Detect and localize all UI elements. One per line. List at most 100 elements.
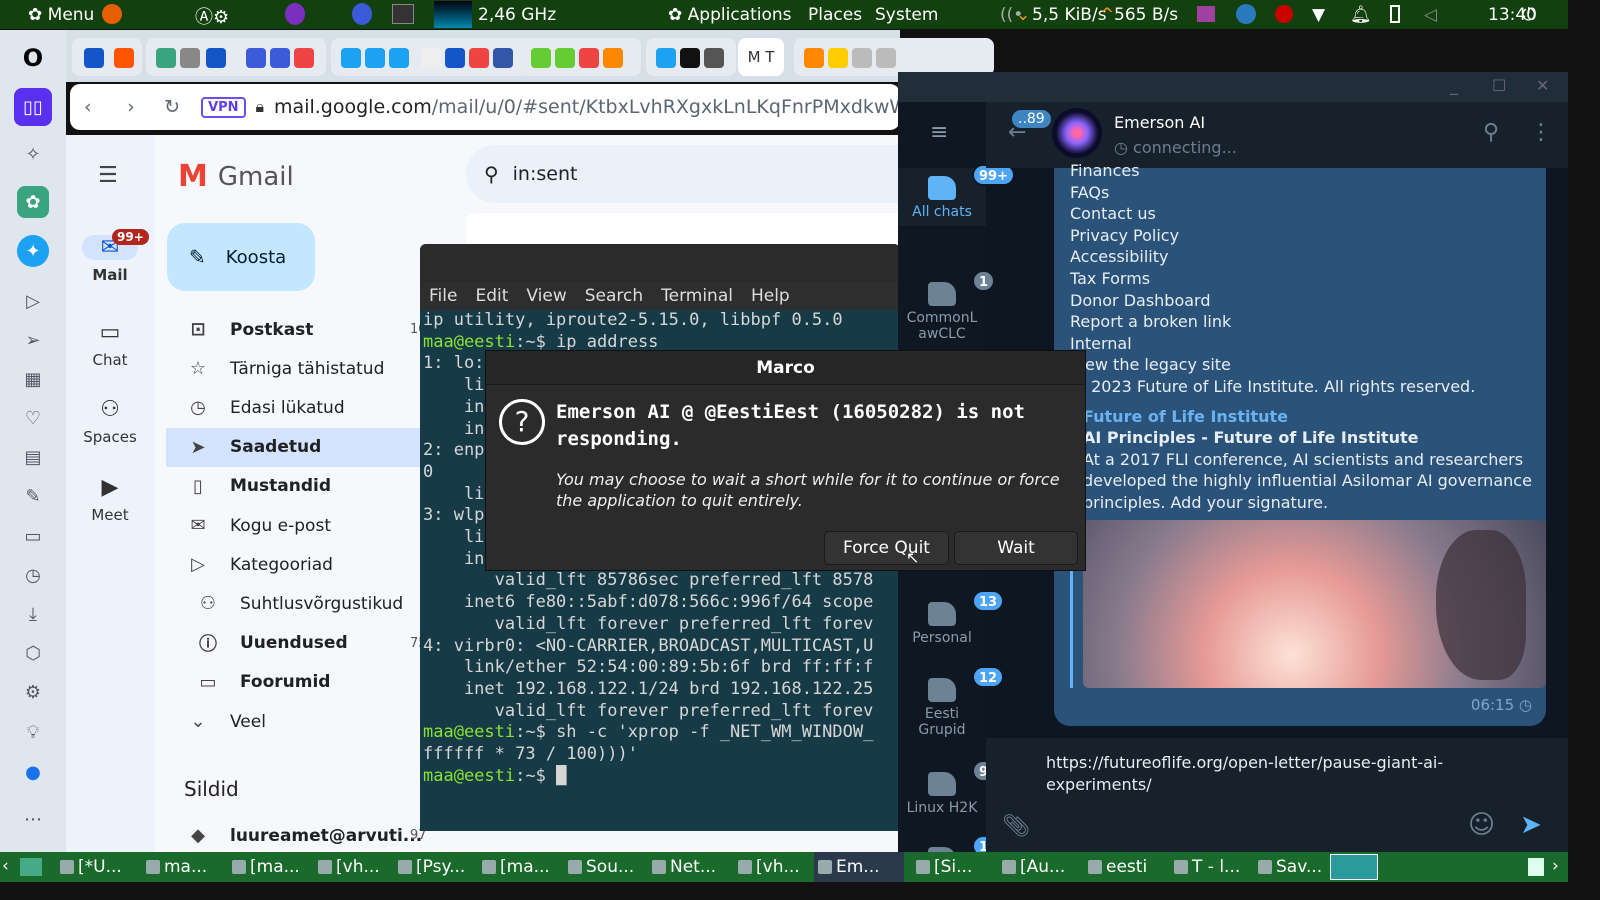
more-menu-icon[interactable]: ⋮ <box>1530 120 1552 145</box>
rail-item-chat[interactable]: ▭ Chat <box>66 320 154 369</box>
terminal-menu-terminal[interactable]: Terminal <box>652 286 742 306</box>
opera-logo-icon[interactable]: O <box>17 42 49 74</box>
menu-button[interactable]: ✿ Menu <box>28 5 94 25</box>
terminal-menu-search[interactable]: Search <box>576 286 652 306</box>
search-app-icon[interactable]: Ⓐ⚙ <box>195 3 229 29</box>
taskbar-item[interactable]: ma... <box>142 852 228 882</box>
taskbar-scroll-right[interactable]: › <box>1552 856 1559 876</box>
taskbar-item[interactable]: Net... <box>648 852 734 882</box>
taskbar-item[interactable]: [ma... <box>478 852 564 882</box>
compose-button[interactable]: ✎ Koosta <box>167 223 315 291</box>
terminal-menu-file[interactable]: File <box>420 286 466 306</box>
settings-icon[interactable]: ⚙ <box>17 676 49 708</box>
close-button[interactable]: ✕ <box>1536 76 1549 95</box>
footer-link[interactable]: View the legacy site <box>1070 354 1546 376</box>
tab-gmail-active[interactable]: M T <box>738 38 784 76</box>
ai-icon[interactable]: ✧ <box>17 138 49 170</box>
footer-link[interactable]: Internal <box>1070 333 1546 355</box>
message-input[interactable]: https://futureoflife.org/open-letter/pau… <box>1046 752 1466 795</box>
taskbar-item[interactable]: [*U... <box>56 852 142 882</box>
terminal-menu-help[interactable]: Help <box>742 286 799 306</box>
heart-icon[interactable]: ♡ <box>17 402 49 434</box>
taskbar-item[interactable]: Em... <box>814 852 904 882</box>
reload-button[interactable]: ↻ <box>164 96 197 118</box>
news-icon[interactable]: ▤ <box>17 441 49 473</box>
footer-link[interactable]: Contact us <box>1070 203 1546 225</box>
attach-icon[interactable]: 📎︎ <box>1002 814 1030 839</box>
pin-icon[interactable]: ✎ <box>17 480 49 512</box>
footer-link[interactable]: Finances <box>1070 160 1546 182</box>
opera-icon[interactable] <box>352 3 372 25</box>
downloads-icon[interactable]: ⤓ <box>17 598 49 630</box>
folder-all-chats[interactable]: 99+ All chats <box>898 164 1015 226</box>
footer-link[interactable]: Accessibility <box>1070 246 1546 268</box>
workspace-switcher[interactable] <box>1330 854 1378 880</box>
search-input[interactable]: in:sent <box>513 163 578 185</box>
force-quit-button[interactable]: Force Quit <box>824 531 949 565</box>
tabs-icon[interactable]: ▭ <box>17 520 49 552</box>
battery-icon[interactable] <box>1390 5 1400 23</box>
link-preview[interactable]: Future of Life Institute AI Principles -… <box>1070 405 1546 688</box>
folder-commonl-awclc[interactable]: 1 CommonL awCLC <box>898 270 996 342</box>
taskbar-item[interactable]: [vh... <box>314 852 394 882</box>
send-icon[interactable]: ➤ <box>1520 810 1542 840</box>
vpn-badge[interactable]: VPN <box>201 96 246 118</box>
footer-link[interactable]: Donor Dashboard <box>1070 290 1546 312</box>
terminal-launcher-icon[interactable] <box>392 4 414 24</box>
taskbar-item[interactable]: [Au... <box>998 852 1084 882</box>
folder-eesti-grupid[interactable]: 12 Eesti Grupid <box>898 666 1005 738</box>
rail-item-spaces[interactable]: ⚇ Spaces <box>66 397 154 446</box>
telegram-titlebar[interactable]: _ ☐ ✕ <box>898 72 1568 102</box>
search-bar[interactable]: ⚲ in:sent <box>466 145 966 203</box>
twitter-icon[interactable]: ✦ <box>17 235 49 267</box>
terminal-titlebar[interactable] <box>420 244 900 282</box>
folder-linux-h2k[interactable]: 9 Linux H2K <box>898 760 996 816</box>
taskbar-item[interactable]: eesti <box>1084 852 1170 882</box>
places-menu[interactable]: Places <box>808 5 862 25</box>
network-icon[interactable]: ▼ <box>1312 5 1325 25</box>
chat-avatar[interactable] <box>1052 108 1102 158</box>
wait-button[interactable]: Wait <box>954 531 1078 565</box>
forward-button[interactable]: › <box>127 96 156 118</box>
taskbar-item[interactable]: Sav... <box>1254 852 1340 882</box>
taskbar-item[interactable]: [Si... <box>912 852 998 882</box>
footer-link[interactable]: Report a broken link <box>1070 311 1546 333</box>
tab-group[interactable] <box>236 38 326 76</box>
apps-icon[interactable]: ▦ <box>17 363 49 395</box>
tray-app-icon[interactable] <box>1236 4 1256 24</box>
terminal-menu-view[interactable]: View <box>517 286 575 306</box>
footer-link[interactable]: © 2023 Future of Life Institute. All rig… <box>1070 376 1546 398</box>
dialog-title[interactable]: Marco <box>486 351 1085 385</box>
notification-icon[interactable]: 🔔︎ <box>1350 5 1372 25</box>
send-icon[interactable]: ➢ <box>17 324 49 356</box>
history-icon[interactable]: ◷ <box>17 559 49 591</box>
rail-item-mail[interactable]: ✉ Mail 99+ <box>66 229 154 284</box>
folder-personal[interactable]: 13 Personal <box>898 590 1005 646</box>
tab-group[interactable] <box>521 38 641 76</box>
tips-icon[interactable]: 💡︎ <box>17 716 49 748</box>
url-field[interactable]: mail.google.com/mail/u/0/#sent/KtbxLvhRX… <box>274 96 900 118</box>
taskbar-item[interactable]: [ma... <box>228 852 314 882</box>
more-icon[interactable]: ⋯ <box>17 803 49 835</box>
tab-group[interactable] <box>794 38 994 76</box>
terminal-menu-edit[interactable]: Edit <box>466 286 517 306</box>
player-icon[interactable]: ▷ <box>17 285 49 317</box>
firefox-icon[interactable] <box>102 4 122 24</box>
footer-link[interactable]: Tax Forms <box>1070 268 1546 290</box>
gmail-logo[interactable]: M Gmail <box>178 159 294 194</box>
system-menu[interactable]: System <box>875 5 938 25</box>
chat-name[interactable]: Emerson AI <box>1114 113 1205 132</box>
tray-icon[interactable] <box>1528 858 1544 876</box>
taskbar-item[interactable]: Sou... <box>564 852 648 882</box>
back-button[interactable]: ‹ <box>84 96 113 118</box>
tab-group[interactable] <box>331 38 531 76</box>
tab-group[interactable] <box>646 38 736 76</box>
taskbar-item[interactable]: [vh... <box>734 852 814 882</box>
extensions-icon[interactable]: ⬡ <box>17 637 49 669</box>
minimize-button[interactable]: _ <box>1450 76 1458 95</box>
tab-group[interactable] <box>72 38 142 76</box>
taskbar-scroll-left[interactable]: ‹ <box>2 856 9 876</box>
taskbar-item[interactable]: T - l... <box>1170 852 1254 882</box>
audio-app-icon[interactable] <box>1197 6 1215 22</box>
taskbar-item[interactable]: [Psy... <box>394 852 478 882</box>
